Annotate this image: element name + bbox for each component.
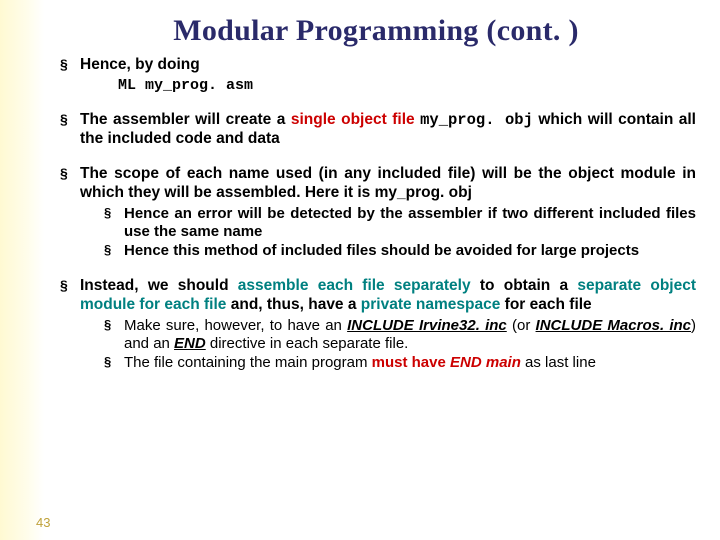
bullet-4-sub2: The file containing the main program mus… xyxy=(104,354,696,372)
bullet-4-sub1-inc2: INCLUDE Macros. inc xyxy=(536,317,691,334)
bullet-3-main: The scope of each name used (in any incl… xyxy=(80,165,696,201)
bullet-4-sub2-post: as last line xyxy=(521,354,596,371)
bullet-4-pre: Instead, we should xyxy=(80,277,238,294)
bullet-2: The assembler will create a single objec… xyxy=(60,111,696,149)
bullet-4-mid1: to obtain a xyxy=(471,277,578,294)
bullet-2-pre: The assembler will create a xyxy=(80,111,291,128)
bullet-4-sub2-pre: The file containing the main program xyxy=(124,354,372,371)
bullet-4-sub1-pre: Make sure, however, to have an xyxy=(124,317,347,334)
bullet-4: Instead, we should assemble each file se… xyxy=(60,277,696,373)
bullet-4-sub1-inc1: INCLUDE Irvine32. inc xyxy=(347,317,507,334)
slide-body: Hence, by doing ML my_prog. asm The asse… xyxy=(56,56,696,372)
bullet-1: Hence, by doing ML my_prog. asm xyxy=(60,56,696,95)
page-title: Modular Programming (cont. ) xyxy=(56,14,696,48)
bullet-4-post: for each file xyxy=(500,296,591,313)
bullet-2-code: my_prog. obj xyxy=(420,111,533,129)
bullet-4-sub1-mid: (or xyxy=(507,317,536,334)
bullet-2-red: single object file xyxy=(291,111,420,128)
bullet-4-sub1-post: directive in each separate file. xyxy=(206,335,409,352)
bullet-4-mid2: and, thus, have a xyxy=(226,296,360,313)
bullet-4-sub2-endmain: END main xyxy=(450,354,521,371)
bullet-4-sub1: Make sure, however, to have an INCLUDE I… xyxy=(104,317,696,354)
bullet-1-text: Hence, by doing xyxy=(80,56,200,73)
bullet-3-sub1-text: Hence an error will be detected by the a… xyxy=(124,205,696,240)
bullet-4-teal3: private namespace xyxy=(361,296,501,313)
bullet-4-teal1: assemble each file separately xyxy=(238,277,471,294)
bullet-4-sub2-red: must have xyxy=(372,354,450,371)
bullet-3-sub2-text: Hence this method of included files shou… xyxy=(124,242,639,259)
bullet-3: The scope of each name used (in any incl… xyxy=(60,165,696,261)
bullet-3-sub1: Hence an error will be detected by the a… xyxy=(104,205,696,242)
bullet-1-code: ML my_prog. asm xyxy=(118,77,696,95)
bullet-3-sub2: Hence this method of included files shou… xyxy=(104,242,696,260)
bullet-4-sub1-end: END xyxy=(174,335,206,352)
slide: Modular Programming (cont. ) Hence, by d… xyxy=(0,0,720,540)
page-number: 43 xyxy=(36,515,50,530)
